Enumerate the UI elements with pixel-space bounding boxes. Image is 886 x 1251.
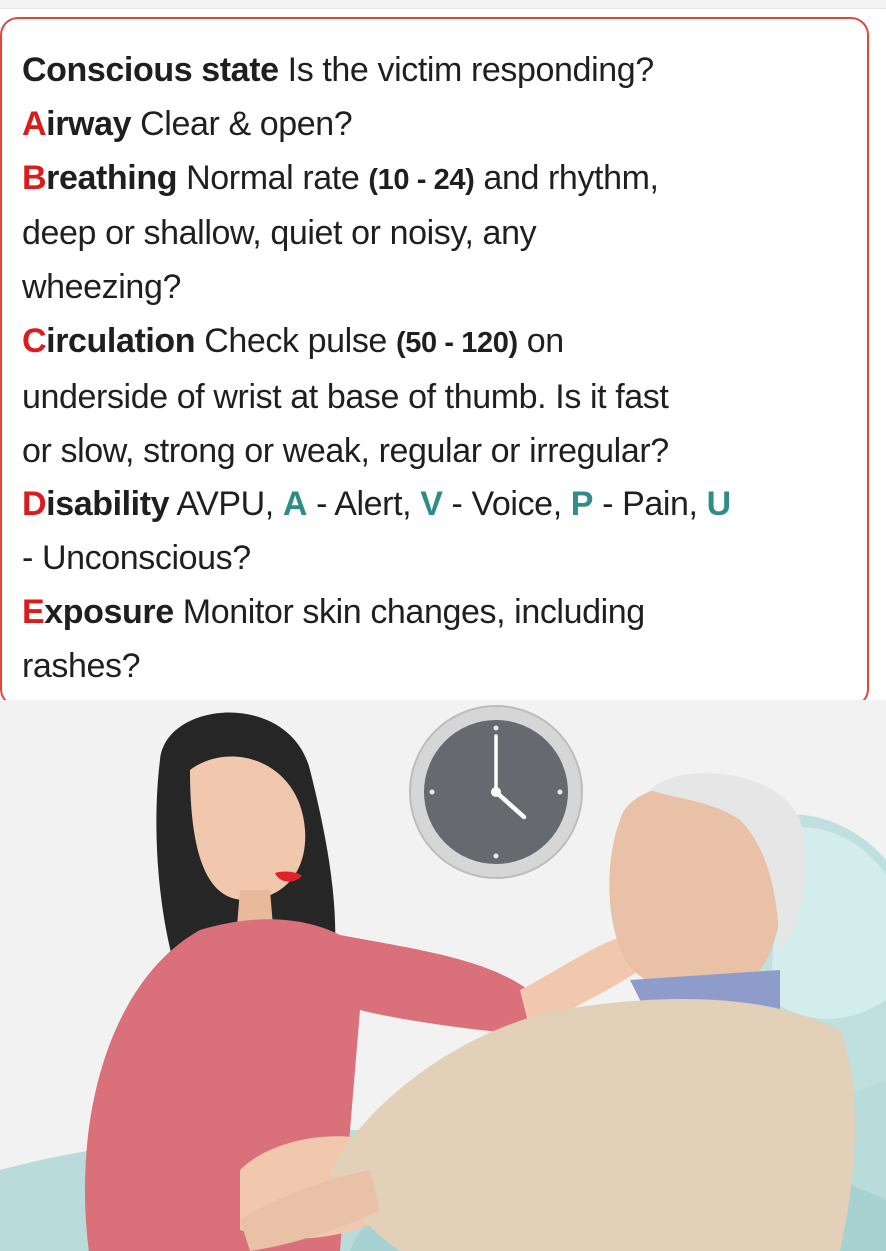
conscious-state-row: Conscious state Is the victim responding… [22,44,847,98]
term-initial: E [22,592,45,631]
normal-range: (50 - 120) [395,326,518,359]
term-initial: B [22,158,47,197]
airway-row: Airway Clear & open? [22,98,847,152]
description: AVPU, [169,485,283,524]
avpu-text: - Alert, [307,485,421,524]
term: xposure [44,592,174,631]
exposure-row-cont: rashes? [22,646,141,685]
avpu-letter: A [282,485,308,524]
term: reathing [46,158,178,197]
description: Check pulse [195,321,396,360]
term-initial: D [22,485,47,524]
normal-range: (10 - 24) [368,163,475,196]
description-cont: and rhythm, [474,158,659,197]
term: irway [46,104,132,143]
breathing-row: Breathing Normal rate (10 - 24) and rhyt… [22,152,847,208]
disability-row: Disability AVPU, A - Alert, V - Voice, P… [22,478,847,532]
caregiver-checking-patient-illustration [0,700,886,1251]
disability-row-cont: - Unconscious? [22,539,251,578]
description: Clear & open? [131,104,353,143]
circulation-row: Circulation Check pulse (50 - 120) on [22,315,847,371]
abcde-checklist-card: Conscious state Is the victim responding… [0,17,869,707]
avpu-text: - Voice, [442,485,571,524]
breathing-row-cont: wheezing? [22,268,181,307]
avpu-letter: U [706,485,732,524]
avpu-text: - Pain, [593,485,707,524]
term: isability [46,485,170,524]
description: Is the victim responding? [278,51,654,89]
top-divider [0,0,886,9]
breathing-row-cont: deep or shallow, quiet or noisy, any [22,214,537,253]
description: Monitor skin changes, including [173,592,645,631]
term: Conscious state [22,51,279,89]
avpu-letter: P [570,485,594,524]
term: irculation [46,321,196,360]
avpu-letter: V [420,485,443,524]
exposure-row: Exposure Monitor skin changes, including [22,586,847,640]
circulation-row-cont: or slow, strong or weak, regular or irre… [22,431,669,470]
term-initial: C [22,321,47,360]
clock-icon [409,705,583,879]
circulation-row-cont: underside of wrist at base of thumb. Is … [22,377,669,416]
description: Normal rate [177,158,369,197]
term-initial: A [22,104,47,143]
description-cont: on [517,321,564,360]
